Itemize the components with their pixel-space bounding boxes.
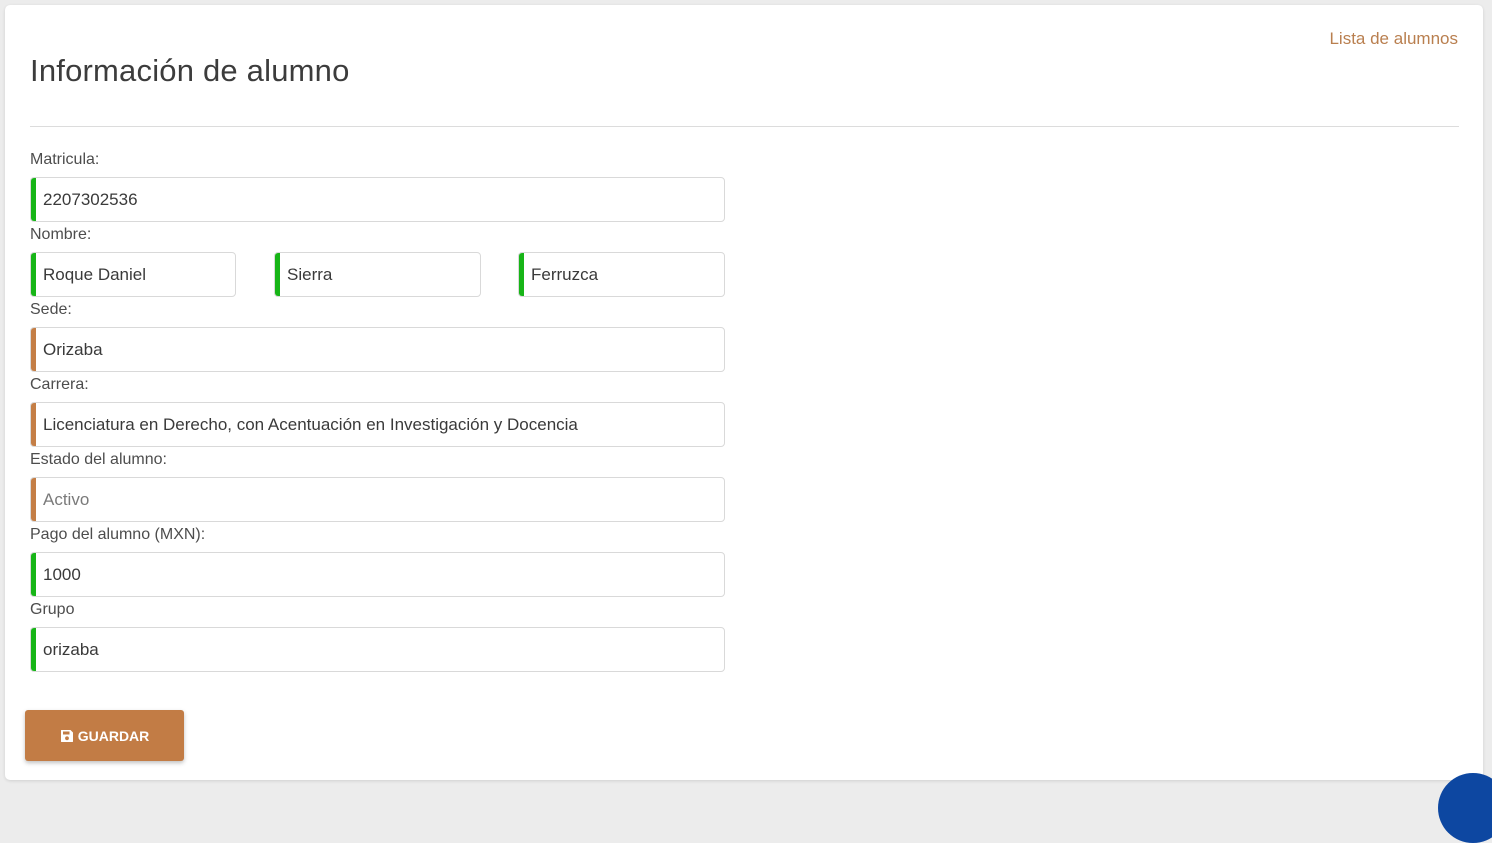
estado-select[interactable]: Activo: [30, 477, 725, 522]
pago-label: Pago del alumno (MXN):: [30, 526, 206, 543]
sede-select[interactable]: Orizaba: [30, 327, 725, 372]
carrera-label: Carrera:: [30, 376, 89, 393]
first-name-input[interactable]: Roque Daniel: [30, 252, 236, 297]
nombre-label: Nombre:: [30, 226, 92, 243]
save-button-label: GUARDAR: [77, 727, 150, 744]
sede-label: Sede:: [30, 301, 72, 318]
matricula-label: Matricula:: [30, 151, 100, 168]
carrera-select[interactable]: Licenciatura en Derecho, con Acentuación…: [30, 402, 725, 447]
save-button[interactable]: GUARDAR: [25, 710, 184, 761]
floating-action-button[interactable]: [1438, 773, 1492, 843]
header-divider: [30, 126, 1459, 127]
matricula-input[interactable]: 2207302536: [30, 177, 725, 222]
page-title: Información de alumno: [30, 53, 350, 88]
grupo-input[interactable]: orizaba: [30, 627, 725, 672]
maternal-surname-input[interactable]: Ferruzca: [518, 252, 725, 297]
save-icon: [60, 729, 74, 743]
student-list-link[interactable]: Lista de alumnos: [1329, 29, 1458, 49]
estado-label: Estado del alumno:: [30, 451, 167, 468]
paternal-surname-input[interactable]: Sierra: [274, 252, 481, 297]
student-info-card: Información de alumno Lista de alumnos M…: [5, 5, 1483, 780]
grupo-label: Grupo: [30, 601, 75, 618]
pago-input[interactable]: 1000: [30, 552, 725, 597]
